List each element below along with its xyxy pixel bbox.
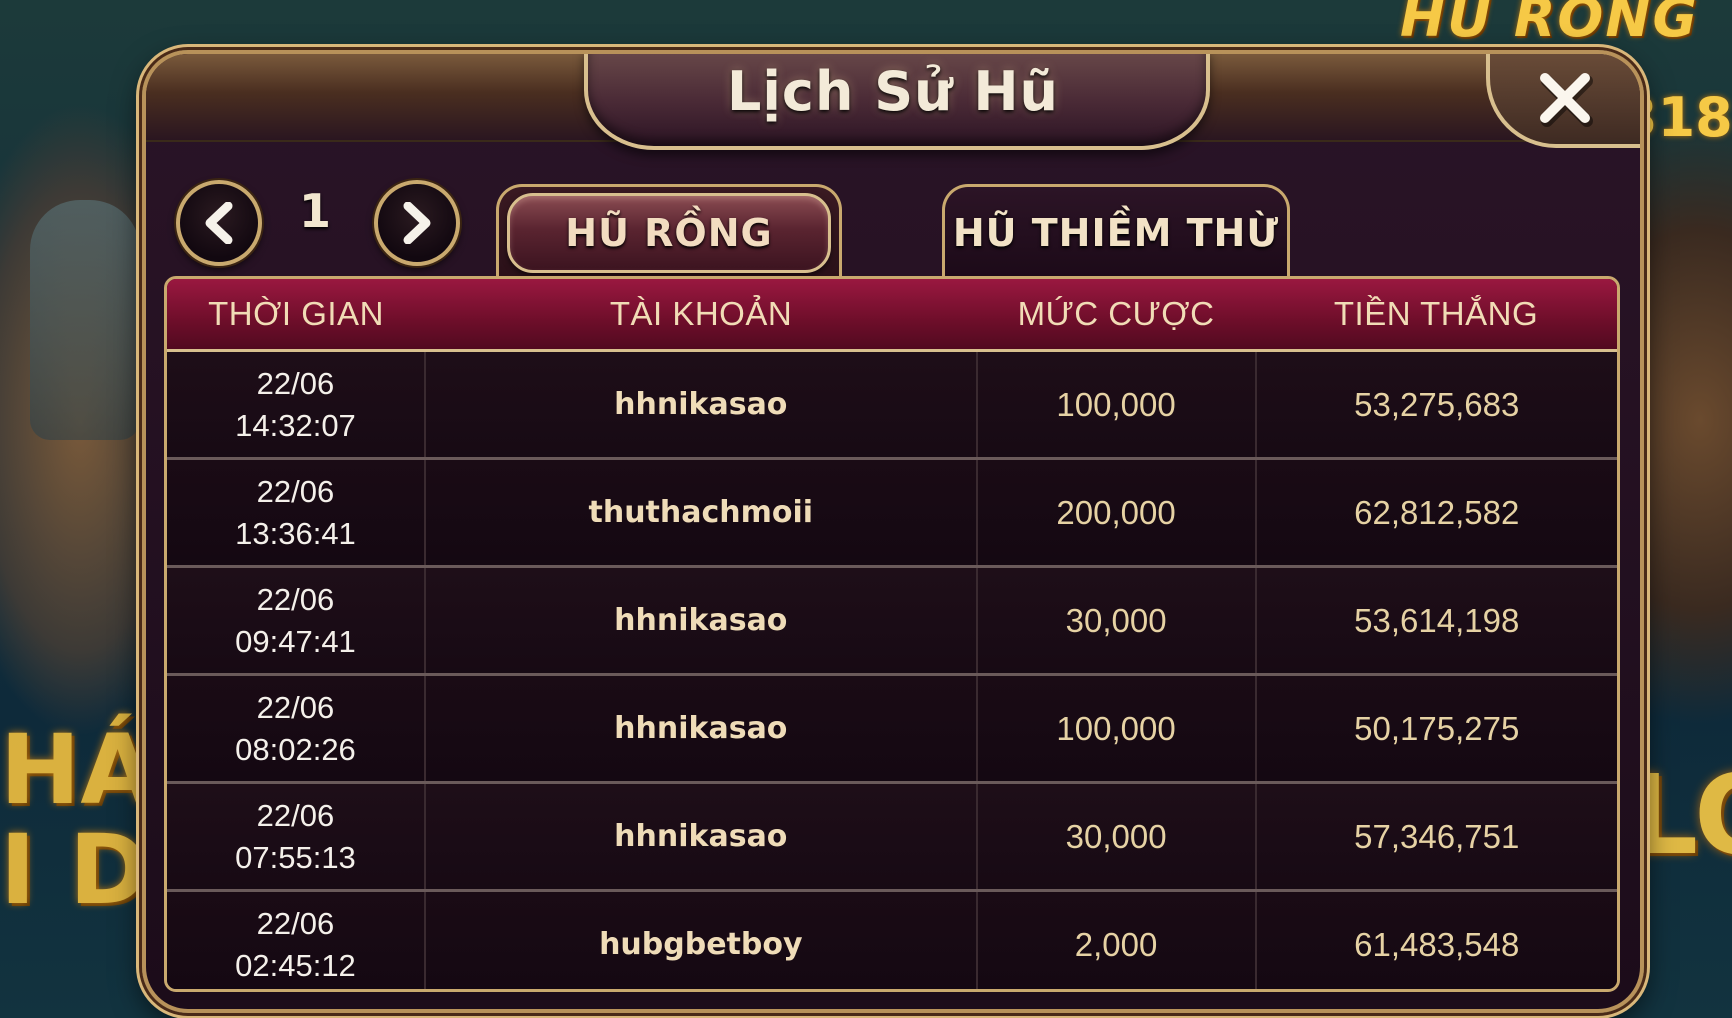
cell-time: 22/06 08:02:26 xyxy=(167,676,426,781)
account-name: hhnikasao xyxy=(614,387,788,422)
cell-account: hhnikasao xyxy=(426,784,978,889)
win-amount: 57,346,751 xyxy=(1354,817,1520,855)
account-name: hhnikasao xyxy=(614,819,788,854)
column-header-time: THỜI GIAN xyxy=(208,295,384,332)
account-name: hubgbetboy xyxy=(599,927,803,962)
bet-amount: 30,000 xyxy=(1065,601,1167,639)
win-amount: 50,175,275 xyxy=(1354,709,1520,747)
cell-date: 22/06 xyxy=(256,581,335,617)
cell-clock: 09:47:41 xyxy=(235,623,356,659)
table-row: 22/06 02:45:12 hubgbetboy 2,000 61,483,5… xyxy=(167,892,1618,989)
cell-clock: 07:55:13 xyxy=(235,839,356,875)
tab-hu-thiem-thu[interactable]: HŨ THIỀM THỪ xyxy=(942,184,1290,279)
previous-page-button[interactable] xyxy=(176,180,262,266)
cell-clock: 13:36:41 xyxy=(235,515,356,551)
cell-account: hubgbetboy xyxy=(426,892,978,989)
cell-win: 53,275,683 xyxy=(1257,352,1618,457)
cell-win: 50,175,275 xyxy=(1257,676,1618,781)
table-row: 22/06 13:36:41 thuthachmoii 200,000 62,8… xyxy=(167,460,1617,568)
background-jackpot-banner: HŨ RỒNG xyxy=(1400,0,1699,49)
cell-bet: 2,000 xyxy=(978,892,1257,989)
cell-bet: 200,000 xyxy=(978,460,1257,565)
cell-account: hhnikasao xyxy=(426,352,978,457)
bet-amount: 200,000 xyxy=(1056,493,1176,531)
cell-clock: 08:02:26 xyxy=(235,731,356,767)
cell-time: 22/06 14:32:07 xyxy=(167,352,426,457)
table-row: 22/06 08:02:26 hhnikasao 100,000 50,175,… xyxy=(167,676,1617,784)
cell-account: hhnikasao xyxy=(426,676,978,781)
tab-label: HŨ RỒNG xyxy=(565,211,773,255)
column-header-win: TIỀN THẮNG xyxy=(1333,295,1539,332)
cell-time: 22/06 02:45:12 xyxy=(167,892,426,989)
cell-bet: 30,000 xyxy=(978,784,1257,889)
account-name: thuthachmoii xyxy=(588,495,814,530)
cell-date: 22/06 xyxy=(256,689,335,725)
bet-amount: 2,000 xyxy=(1074,925,1158,963)
win-amount: 53,275,683 xyxy=(1354,385,1520,423)
cell-account: thuthachmoii xyxy=(426,460,978,565)
column-header-bet: MỨC CƯỢC xyxy=(1017,295,1215,332)
jackpot-history-dialog: Lịch Sử Hũ 1 HŨ RỒNG HŨ THIỀM THỪ THỜI G… xyxy=(142,50,1644,1013)
cell-clock: 14:32:07 xyxy=(235,407,356,443)
column-header-account: TÀI KHOẢN xyxy=(609,295,793,332)
cell-account: hhnikasao xyxy=(426,568,978,673)
cell-date: 22/06 xyxy=(256,365,335,401)
cell-win: 57,346,751 xyxy=(1257,784,1618,889)
page-number: 1 xyxy=(298,184,331,238)
cell-bet: 100,000 xyxy=(978,676,1257,781)
bet-amount: 100,000 xyxy=(1056,385,1176,423)
table-row: 22/06 14:32:07 hhnikasao 100,000 53,275,… xyxy=(167,352,1617,460)
cell-bet: 100,000 xyxy=(978,352,1257,457)
next-page-button[interactable] xyxy=(374,180,460,266)
chevron-right-icon xyxy=(403,202,431,244)
win-amount: 61,483,548 xyxy=(1354,925,1520,963)
tab-label: HŨ THIỀM THỪ xyxy=(952,211,1280,255)
cell-time: 22/06 09:47:41 xyxy=(167,568,426,673)
cell-date: 22/06 xyxy=(256,473,335,509)
cell-time: 22/06 13:36:41 xyxy=(167,460,426,565)
account-name: hhnikasao xyxy=(614,711,788,746)
dialog-title: Lịch Sử Hũ xyxy=(727,60,1059,123)
table-header: THỜI GIAN TÀI KHOẢN MỨC CƯỢC TIỀN THẮNG xyxy=(167,279,1617,352)
close-icon xyxy=(1540,73,1593,127)
jackpot-history-table: THỜI GIAN TÀI KHOẢN MỨC CƯỢC TIỀN THẮNG … xyxy=(164,276,1620,992)
table-body: 22/06 14:32:07 hhnikasao 100,000 53,275,… xyxy=(167,352,1618,989)
table-row: 22/06 09:47:41 hhnikasao 30,000 53,614,1… xyxy=(167,568,1617,676)
cell-bet: 30,000 xyxy=(978,568,1257,673)
chevron-left-icon xyxy=(205,202,233,244)
bet-amount: 100,000 xyxy=(1056,709,1176,747)
background-creature xyxy=(30,200,140,440)
cell-clock: 02:45:12 xyxy=(235,947,356,983)
background-left-text: HÁM I DU xyxy=(0,714,251,926)
win-amount: 53,614,198 xyxy=(1354,601,1520,639)
win-amount: 62,812,582 xyxy=(1354,493,1520,531)
account-name: hhnikasao xyxy=(614,603,788,638)
cell-win: 61,483,548 xyxy=(1257,892,1618,989)
cell-date: 22/06 xyxy=(256,905,335,941)
cell-date: 22/06 xyxy=(256,797,335,833)
cell-time: 22/06 07:55:13 xyxy=(167,784,426,889)
table-row: 22/06 07:55:13 hhnikasao 30,000 57,346,7… xyxy=(167,784,1617,892)
cell-win: 62,812,582 xyxy=(1257,460,1618,565)
cell-win: 53,614,198 xyxy=(1257,568,1618,673)
bet-amount: 30,000 xyxy=(1065,817,1167,855)
tab-hu-rong[interactable]: HŨ RỒNG xyxy=(496,184,842,279)
